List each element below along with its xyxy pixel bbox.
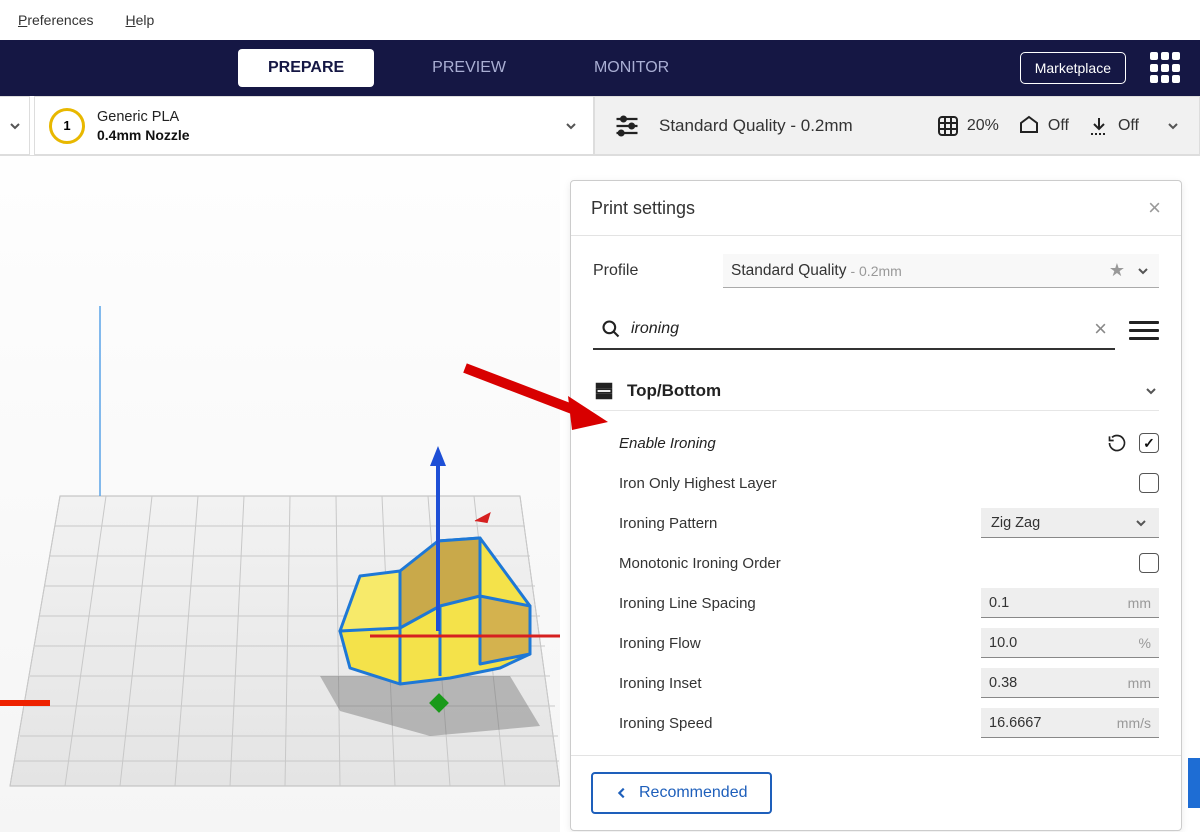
search-row: × <box>593 310 1159 350</box>
speed-input[interactable]: mm/s <box>981 708 1159 738</box>
line-spacing-field[interactable] <box>989 595 1124 611</box>
top-nav: PREPARE PREVIEW MONITOR Marketplace <box>0 40 1200 96</box>
search-icon <box>601 319 621 339</box>
chevron-down-icon <box>1135 263 1151 279</box>
flow-input[interactable]: % <box>981 628 1159 658</box>
profile-row: Profile Standard Quality - 0.2mm ★ <box>593 254 1159 288</box>
clear-search-icon[interactable]: × <box>1094 316 1107 342</box>
chevron-down-icon <box>1133 515 1149 531</box>
sliders-icon <box>613 112 641 140</box>
tab-preview[interactable]: PREVIEW <box>402 49 536 87</box>
build-plate <box>0 236 560 796</box>
setting-label: Ironing Flow <box>619 635 981 652</box>
star-icon[interactable]: ★ <box>1109 260 1125 281</box>
setting-enable-ironing: Enable Ironing <box>619 423 1159 463</box>
reset-icon[interactable] <box>1107 433 1127 453</box>
profile-detail: - 0.2mm <box>850 263 901 279</box>
setting-monotonic-order: Monotonic Ironing Order <box>619 543 1159 583</box>
setting-label: Ironing Speed <box>619 715 981 732</box>
adhesion-stat: Off <box>1087 114 1139 138</box>
setting-inset: Ironing Inset mm <box>619 663 1159 703</box>
toolbar: 1 Generic PLA 0.4mm Nozzle Standard Qual… <box>0 96 1200 156</box>
setting-iron-only-highest: Iron Only Highest Layer <box>619 463 1159 503</box>
setting-label: Ironing Inset <box>619 675 981 692</box>
profile-name: Standard Quality <box>731 262 846 280</box>
setting-speed: Ironing Speed mm/s <box>619 703 1159 743</box>
chevron-left-icon <box>615 786 629 800</box>
panel-footer: Recommended <box>571 755 1181 830</box>
inset-input[interactable]: mm <box>981 668 1159 698</box>
adhesion-icon <box>1087 114 1111 138</box>
iron-only-highest-checkbox[interactable] <box>1139 473 1159 493</box>
setting-label: Monotonic Ironing Order <box>619 555 1139 572</box>
settings-menu-icon[interactable] <box>1129 316 1159 345</box>
setting-line-spacing: Ironing Line Spacing mm <box>619 583 1159 623</box>
print-settings-panel: Print settings × Profile Standard Qualit… <box>570 180 1182 831</box>
tab-prepare[interactable]: PREPARE <box>238 49 374 87</box>
search-input[interactable] <box>631 320 1084 338</box>
monotonic-order-checkbox[interactable] <box>1139 553 1159 573</box>
viewport-3d[interactable] <box>0 156 560 832</box>
apps-grid-icon[interactable] <box>1150 52 1182 84</box>
chevron-down-icon <box>1143 383 1159 399</box>
infill-icon <box>936 114 960 138</box>
extruder-badge: 1 <box>49 108 85 144</box>
speed-field[interactable] <box>989 715 1113 731</box>
support-stat: Off <box>1017 114 1069 138</box>
top-bottom-icon <box>593 380 615 402</box>
setting-flow: Ironing Flow % <box>619 623 1159 663</box>
material-selector[interactable]: 1 Generic PLA 0.4mm Nozzle <box>34 96 594 155</box>
setting-label: Iron Only Highest Layer <box>619 475 1139 492</box>
flow-field[interactable] <box>989 635 1135 651</box>
setting-label: Ironing Pattern <box>619 515 981 532</box>
inset-field[interactable] <box>989 675 1124 691</box>
ironing-pattern-dropdown[interactable]: Zig Zag <box>981 508 1159 538</box>
red-decoration <box>0 700 50 706</box>
line-spacing-input[interactable]: mm <box>981 588 1159 618</box>
print-settings-bar[interactable]: Standard Quality - 0.2mm 20% Off Off <box>594 96 1200 155</box>
recommended-button[interactable]: Recommended <box>591 772 772 814</box>
tab-monitor[interactable]: MONITOR <box>564 49 699 87</box>
chevron-down-icon <box>563 118 579 134</box>
material-info: Generic PLA 0.4mm Nozzle <box>97 109 190 143</box>
profile-label: Profile <box>593 262 723 280</box>
settings-list: Enable Ironing Iron Only Highest Layer I… <box>593 411 1159 749</box>
setting-label: Ironing Line Spacing <box>619 595 981 612</box>
blue-decoration <box>1188 758 1200 808</box>
setting-label: Enable Ironing <box>619 435 1107 452</box>
extruder-collapse-toggle[interactable] <box>0 96 30 155</box>
profile-summary: Standard Quality - 0.2mm <box>659 116 918 136</box>
chevron-down-icon <box>1165 118 1181 134</box>
menubar: Preferences Help <box>0 0 1200 40</box>
section-top-bottom[interactable]: Top/Bottom <box>593 372 1159 411</box>
panel-title: Print settings <box>591 198 1148 219</box>
infill-stat: 20% <box>936 114 999 138</box>
close-icon[interactable]: × <box>1148 197 1161 219</box>
tab-group: PREPARE PREVIEW MONITOR <box>238 49 699 87</box>
setting-ironing-pattern: Ironing Pattern Zig Zag <box>619 503 1159 543</box>
profile-dropdown[interactable]: Standard Quality - 0.2mm ★ <box>723 254 1159 288</box>
section-title: Top/Bottom <box>627 381 1131 401</box>
support-icon <box>1017 114 1041 138</box>
enable-ironing-checkbox[interactable] <box>1139 433 1159 453</box>
menu-help[interactable]: Help <box>126 12 155 28</box>
material-name: Generic PLA <box>97 109 190 125</box>
search-box: × <box>593 310 1115 350</box>
marketplace-button[interactable]: Marketplace <box>1020 52 1126 84</box>
menu-preferences[interactable]: Preferences <box>18 12 94 28</box>
nozzle-size: 0.4mm Nozzle <box>97 127 190 143</box>
panel-header: Print settings × <box>571 181 1181 236</box>
